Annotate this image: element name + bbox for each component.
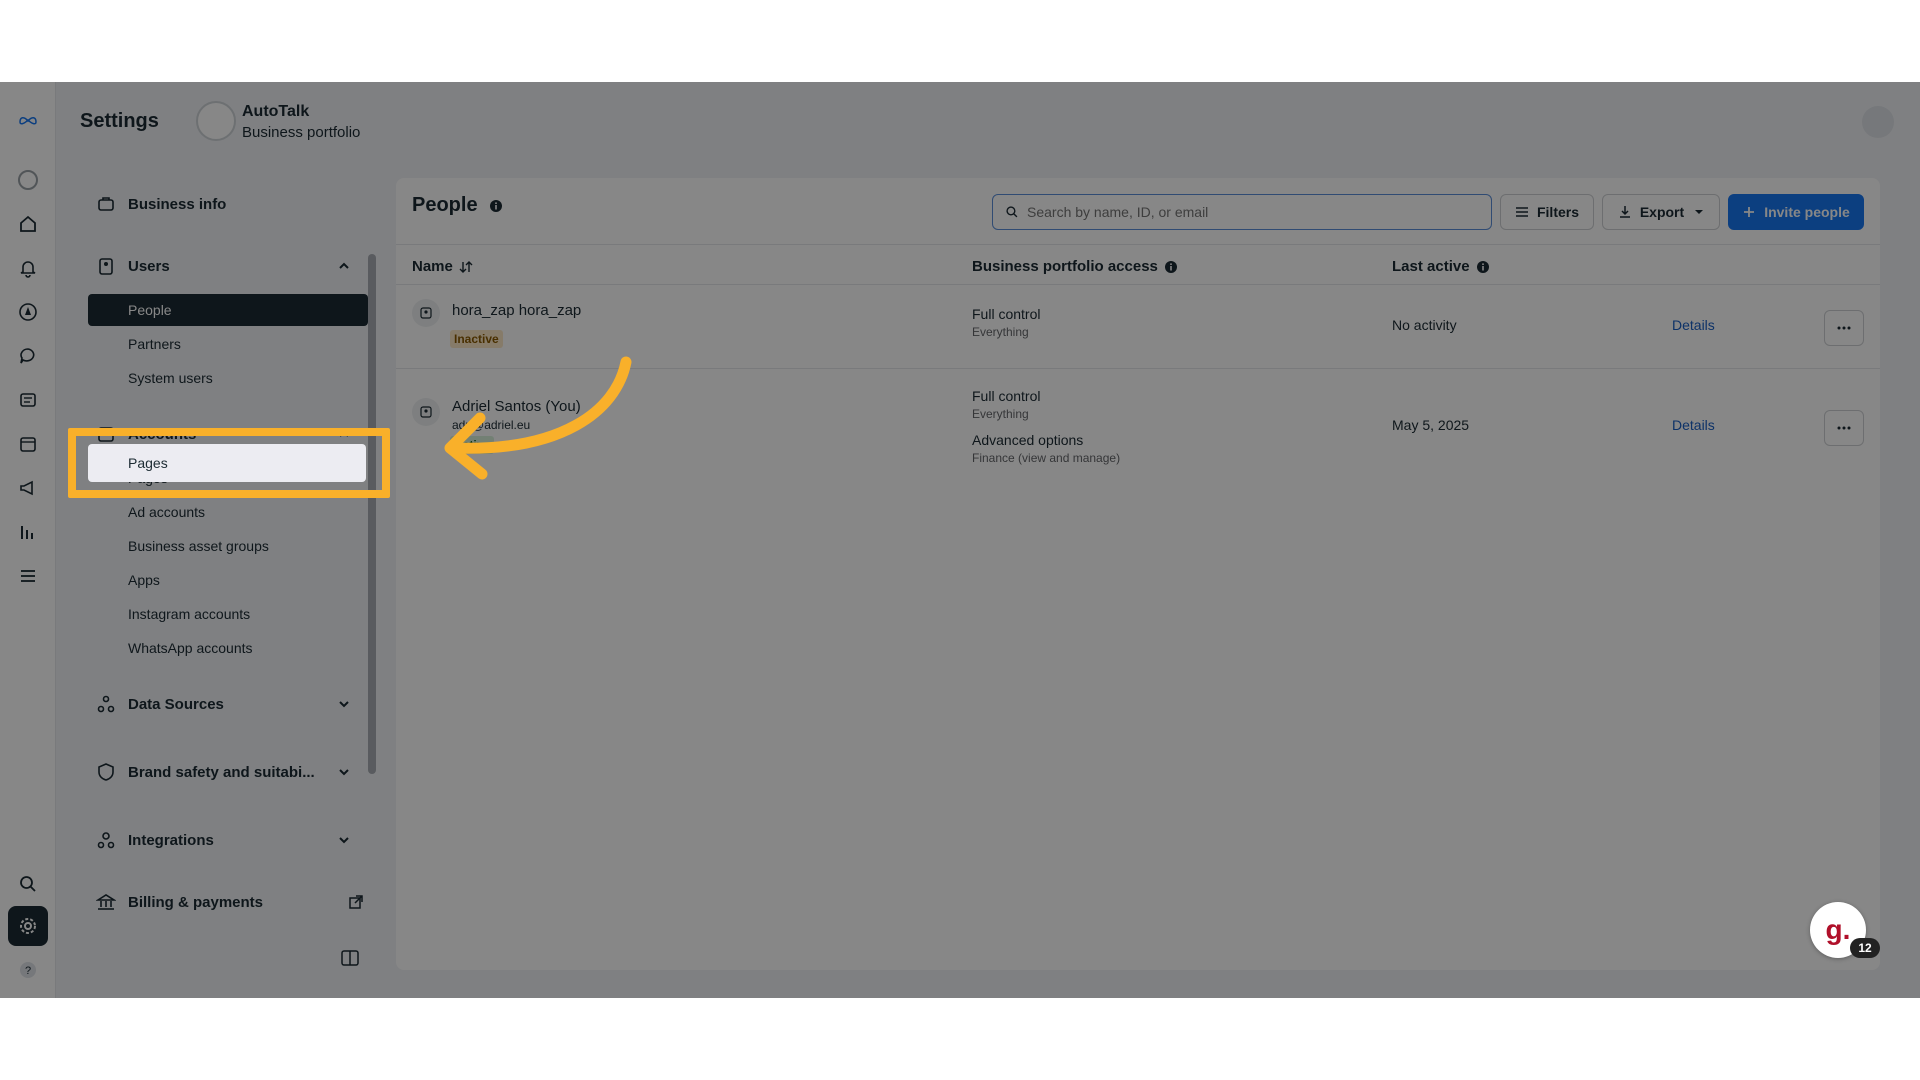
tutorial-dim-overlay <box>0 82 1920 998</box>
guide-widget-count: 12 <box>1850 938 1880 958</box>
app-window: ? Settings AutoTalk Business portfolio B… <box>0 82 1920 998</box>
highlight-frame <box>68 428 390 498</box>
pointer-arrow-icon <box>444 356 632 480</box>
